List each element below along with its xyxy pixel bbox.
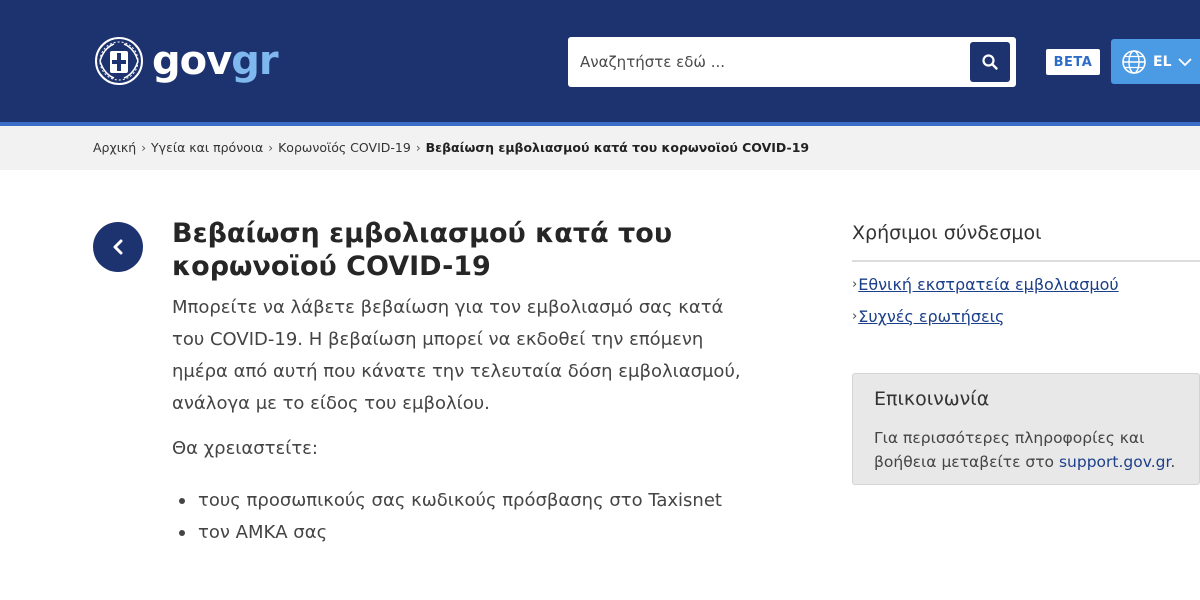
useful-link-item: › Συχνές ερωτήσεις (852, 300, 1119, 332)
chevron-right-icon: › (852, 308, 858, 324)
back-button[interactable] (93, 222, 143, 272)
useful-link-item: › Εθνική εκστρατεία εμβολιασμού (852, 268, 1119, 300)
useful-links-title: Χρήσιμοι σύνδεσμοι (852, 222, 1042, 244)
logo-wordmark: govgr (152, 38, 279, 84)
language-code: EL (1153, 53, 1172, 70)
search-button[interactable] (970, 42, 1010, 82)
chevron-left-icon (113, 239, 123, 255)
contact-text-end: . (1170, 453, 1176, 471)
intro-text: Μπορείτε να λάβετε βεβαίωση για τον εμβο… (172, 297, 741, 414)
language-selector[interactable]: EL (1111, 39, 1200, 84)
site-header: govgr BETA EL (0, 0, 1200, 122)
useful-links: › Εθνική εκστρατεία εμβολιασμού › Συχνές… (852, 268, 1119, 332)
breadcrumb-separator-icon: › (141, 140, 147, 155)
breadcrumb-current: Βεβαίωση εμβολιασμού κατά του κορωνοϊού … (425, 140, 810, 155)
breadcrumb-health[interactable]: Υγεία και πρόνοια (151, 140, 263, 155)
breadcrumb-home[interactable]: Αρχική (93, 140, 136, 155)
support-link[interactable]: support.gov.gr (1059, 453, 1170, 471)
breadcrumb: Αρχική › Υγεία και πρόνοια › Κορωνοϊός C… (0, 126, 1200, 170)
requirements-list: τους προσωπικούς σας κωδικούς πρόσβασης … (179, 485, 722, 549)
beta-badge: BETA (1046, 49, 1100, 75)
govgr-logo[interactable]: govgr (94, 36, 279, 86)
contact-text: Για περισσότερες πληροφορίες και βοήθεια… (874, 426, 1194, 474)
search-bar (568, 37, 1016, 87)
contact-title: Επικοινωνία (874, 388, 990, 410)
breadcrumb-covid[interactable]: Κορωνοϊός COVID-19 (278, 140, 411, 155)
search-input[interactable] (568, 37, 958, 87)
logo-gov-text: gov (152, 38, 232, 84)
logo-gr-text: gr (231, 38, 278, 84)
contact-box: Επικοινωνία Για περισσότερες πληροφορίες… (852, 373, 1200, 485)
chevron-down-icon (1178, 57, 1193, 66)
divider (852, 260, 1200, 262)
page-title: Βεβαίωση εμβολιασμού κατά του κορωνοϊού … (172, 218, 673, 282)
requirements-label: Θα χρειαστείτε: (172, 438, 318, 459)
link-faq[interactable]: Συχνές ερωτήσεις (858, 307, 1004, 326)
list-item: τους προσωπικούς σας κωδικούς πρόσβασης … (179, 485, 722, 517)
search-icon (982, 54, 998, 70)
breadcrumb-separator-icon: › (268, 140, 274, 155)
globe-icon (1122, 49, 1146, 74)
link-vaccination-campaign[interactable]: Εθνική εκστρατεία εμβολιασμού (858, 275, 1118, 294)
emblem-icon (95, 37, 143, 85)
breadcrumb-separator-icon: › (415, 140, 421, 155)
list-item: τον ΑΜΚΑ σας (179, 517, 722, 549)
chevron-right-icon: › (852, 276, 858, 292)
